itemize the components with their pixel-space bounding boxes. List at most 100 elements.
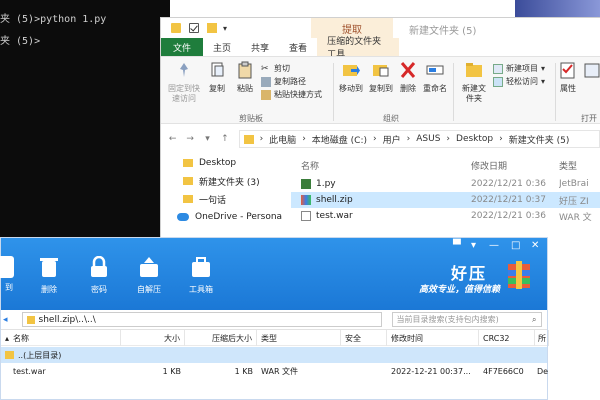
list-item[interactable]: 1.py 2022/12/21 0:36 JetBrai	[291, 176, 600, 192]
new-folder-quick-icon[interactable]	[207, 23, 217, 33]
archive-path-field[interactable]: shell.zip\..\..\	[21, 312, 382, 327]
minimize-icon[interactable]: —	[489, 240, 499, 251]
pin-quick-access-button[interactable]: 固定到快速访问	[167, 61, 201, 104]
chevron-right-icon: ›	[499, 134, 503, 144]
search-icon[interactable]: ⌕	[532, 315, 536, 325]
column-date-header[interactable]: 修改日期	[471, 159, 559, 172]
breadcrumb-current-folder[interactable]: 新建文件夹 (5)	[509, 133, 570, 146]
paste-button[interactable]: 粘贴	[233, 61, 257, 94]
chevron-right-icon: ›	[406, 134, 411, 144]
table-row[interactable]: test.war 1 KB 1 KB WAR 文件 2022-12-21 00:…	[1, 363, 548, 379]
breadcrumb-this-pc[interactable]: 此电脑	[269, 133, 296, 146]
quick-access-dropdown-icon[interactable]: ▾	[223, 24, 227, 33]
copy-icon	[211, 62, 224, 77]
chevron-right-icon: ›	[259, 134, 264, 144]
column-type-header[interactable]: 类型	[257, 330, 341, 346]
new-folder-button[interactable]: 新建文件夹	[457, 61, 491, 104]
tab-share[interactable]: 共享	[241, 38, 279, 56]
column-name-header[interactable]: ▴ 名称	[1, 330, 121, 346]
tab-home[interactable]: 主页	[203, 38, 241, 56]
folder-icon	[5, 351, 14, 359]
maximize-icon[interactable]: □	[511, 240, 520, 251]
properties-button[interactable]: 属性	[557, 61, 579, 94]
ribbon-tabs: 文件 主页 共享 查看 压缩的文件夹工具	[161, 37, 600, 60]
column-type-header[interactable]: 类型	[559, 159, 577, 172]
nav-item-new-folder-3[interactable]: 新建文件夹 (3)	[161, 172, 276, 190]
haozip-list-header: ▴ 名称 大小 压缩后大小 类型 安全 修改时间 CRC32 所	[1, 330, 549, 346]
chevron-right-icon: ›	[302, 134, 306, 144]
paste-shortcut-button[interactable]: 粘贴快捷方式	[261, 89, 322, 100]
breadcrumb-local-disk[interactable]: 本地磁盘 (C:)	[312, 133, 367, 146]
password-button[interactable]: 密码	[79, 255, 119, 295]
console-line-prompt: 夹 (5)>	[0, 36, 41, 47]
file-explorer-window: ▾ 新建文件夹 (5) 提取 文件 主页 共享 查看 压缩的文件夹工具 固定到快…	[160, 17, 600, 240]
pin-icon	[180, 63, 188, 77]
table-row[interactable]: ..(上层目录)	[1, 347, 547, 363]
forward-arrow-icon[interactable]: →	[184, 134, 195, 144]
delete-button[interactable]: 删除	[29, 256, 69, 295]
extract-to-button[interactable]: 到	[0, 256, 23, 293]
copy-button[interactable]: 复制	[205, 61, 229, 94]
paste-shortcut-icon	[261, 89, 271, 100]
rename-icon	[426, 65, 444, 75]
folder-icon[interactable]	[171, 23, 181, 33]
haozip-toolbar: ▀ ▾ — □ ✕ 到 删除 密码 自解压 工具箱 好压 高效专业，值得信赖	[0, 238, 547, 310]
tab-file[interactable]: 文件	[161, 38, 204, 56]
column-crc-header[interactable]: CRC32	[479, 330, 535, 346]
cut-button[interactable]: ✂ 剪切	[261, 63, 290, 74]
column-modified-header[interactable]: 修改时间	[387, 330, 479, 346]
self-extract-button[interactable]: 自解压	[129, 256, 169, 295]
copy-path-icon	[261, 76, 271, 87]
background-wallpaper	[515, 0, 600, 18]
toolbox-button[interactable]: 工具箱	[181, 256, 221, 295]
up-level-icon[interactable]: ◂	[3, 315, 8, 325]
desktop: 夹 (5)>python 1.py 夹 (5)> ▾ 新建文件夹 (5) 提取 …	[0, 0, 600, 400]
delete-x-icon	[400, 62, 416, 78]
column-owner-header[interactable]: 所	[535, 330, 549, 346]
column-name-header[interactable]: 名称	[291, 159, 471, 172]
nav-item-yijuhua[interactable]: 一句话	[161, 190, 276, 208]
easy-access-button[interactable]: 轻松访问 ▾	[493, 76, 545, 87]
nav-item-desktop[interactable]: Desktop	[161, 154, 276, 172]
python-file-icon	[301, 179, 311, 189]
tab-view[interactable]: 查看	[279, 38, 317, 56]
list-item[interactable]: test.war 2022/12/21 0:36 WAR 文	[291, 208, 600, 224]
delete-button[interactable]: 删除	[397, 61, 419, 94]
up-arrow-icon[interactable]: ↑	[219, 134, 230, 144]
breadcrumb-asus[interactable]: ASUS	[416, 134, 440, 144]
nav-item-onedrive[interactable]: OneDrive - Persona	[161, 208, 282, 226]
ribbon-toolbar: 固定到快速访问 复制 粘贴 ✂ 剪切 复制路径 粘贴快捷方式 剪贴板 移动到 复制…	[161, 56, 600, 124]
column-security-header[interactable]: 安全	[341, 330, 387, 346]
column-size-header[interactable]: 大小	[121, 330, 185, 346]
open-button[interactable]	[583, 61, 600, 84]
chevron-right-icon: ›	[446, 134, 451, 144]
tab-compressed-folder-tools[interactable]: 压缩的文件夹工具	[317, 37, 400, 60]
copy-path-button[interactable]: 复制路径	[261, 76, 306, 87]
archive-search-input[interactable]: 当前目录搜索(支持包内搜索) ⌕	[391, 312, 542, 327]
menu-dropdown-icon[interactable]: ▾	[471, 240, 476, 251]
lock-icon	[91, 255, 107, 277]
sort-up-icon: ▴	[5, 333, 10, 343]
ribbon-separator	[333, 63, 334, 121]
properties-check-icon[interactable]	[189, 23, 199, 33]
recent-dropdown-icon[interactable]: ▾	[202, 134, 213, 144]
skin-icon[interactable]: ▀	[453, 240, 461, 251]
chevron-right-icon: ›	[373, 134, 377, 144]
navigation-pane: Desktop 新建文件夹 (3) 一句话 OneDrive - Persona	[161, 154, 282, 241]
rename-button[interactable]: 重命名	[421, 61, 449, 94]
move-to-button[interactable]: 移动到	[337, 61, 365, 94]
console-window[interactable]: 夹 (5)>python 1.py 夹 (5)>	[0, 0, 170, 240]
zip-archive-icon	[301, 195, 311, 205]
breadcrumb[interactable]: › 此电脑 › 本地磁盘 (C:) › 用户 › ASUS › Desktop …	[238, 130, 600, 148]
file-icon	[301, 211, 311, 221]
breadcrumb-desktop[interactable]: Desktop	[456, 134, 493, 144]
folder-icon	[183, 177, 193, 185]
column-packed-size-header[interactable]: 压缩后大小	[185, 330, 257, 346]
new-item-button[interactable]: 新建项目 ▾	[493, 63, 545, 74]
copy-to-button[interactable]: 复制到	[367, 61, 395, 94]
list-item[interactable]: shell.zip 2022/12/21 0:37 好压 ZI	[291, 192, 600, 208]
back-arrow-icon[interactable]: ←	[167, 134, 178, 144]
breadcrumb-users[interactable]: 用户	[383, 133, 401, 146]
close-icon[interactable]: ✕	[531, 240, 539, 251]
new-item-icon	[493, 63, 503, 74]
